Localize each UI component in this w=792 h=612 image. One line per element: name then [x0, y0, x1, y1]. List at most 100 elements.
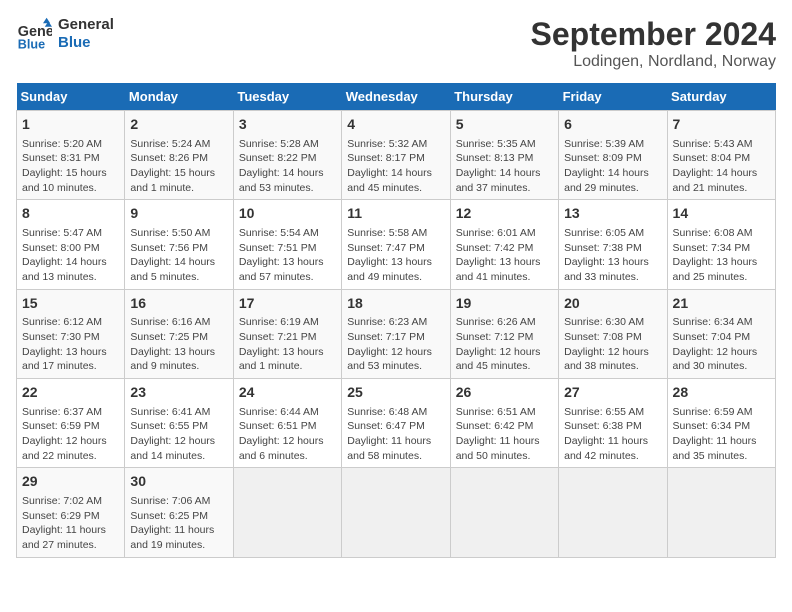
day-number: 14 [673, 204, 770, 224]
calendar-week-4: 22Sunrise: 6:37 AMSunset: 6:59 PMDayligh… [17, 379, 776, 468]
cell-line: Daylight: 11 hours [22, 523, 119, 538]
cell-line: and 33 minutes. [564, 270, 661, 285]
day-number: 16 [130, 294, 227, 314]
cell-line: and 14 minutes. [130, 449, 227, 464]
day-number: 8 [22, 204, 119, 224]
cell-line: and 10 minutes. [22, 181, 119, 196]
cell-line: Sunrise: 6:41 AM [130, 405, 227, 420]
cell-line: Sunset: 8:09 PM [564, 151, 661, 166]
cell-line: Sunrise: 6:44 AM [239, 405, 336, 420]
day-number: 29 [22, 472, 119, 492]
cell-line: Sunrise: 5:39 AM [564, 137, 661, 152]
cell-line: Sunrise: 5:35 AM [456, 137, 553, 152]
cell-line: Sunset: 6:59 PM [22, 419, 119, 434]
cell-line: Daylight: 14 hours [673, 166, 770, 181]
cell-content: Sunrise: 6:30 AMSunset: 7:08 PMDaylight:… [564, 315, 661, 374]
calendar-cell: 7Sunrise: 5:43 AMSunset: 8:04 PMDaylight… [667, 111, 775, 200]
cell-line: Sunrise: 5:43 AM [673, 137, 770, 152]
day-number: 27 [564, 383, 661, 403]
cell-line: and 9 minutes. [130, 359, 227, 374]
cell-line: and 1 minute. [239, 359, 336, 374]
calendar-cell: 10Sunrise: 5:54 AMSunset: 7:51 PMDayligh… [233, 200, 341, 289]
cell-line: Sunset: 6:47 PM [347, 419, 444, 434]
cell-line: Sunrise: 6:55 AM [564, 405, 661, 420]
cell-line: Sunrise: 7:06 AM [130, 494, 227, 509]
calendar-cell: 28Sunrise: 6:59 AMSunset: 6:34 PMDayligh… [667, 379, 775, 468]
calendar-week-1: 1Sunrise: 5:20 AMSunset: 8:31 PMDaylight… [17, 111, 776, 200]
day-number: 3 [239, 115, 336, 135]
cell-line: Daylight: 13 hours [347, 255, 444, 270]
cell-line: Sunset: 7:47 PM [347, 241, 444, 256]
cell-line: Daylight: 12 hours [456, 345, 553, 360]
cell-line: Sunset: 6:55 PM [130, 419, 227, 434]
cell-content: Sunrise: 6:48 AMSunset: 6:47 PMDaylight:… [347, 405, 444, 464]
calendar-subtitle: Lodingen, Nordland, Norway [531, 53, 776, 71]
cell-line: Daylight: 12 hours [564, 345, 661, 360]
cell-line: Sunrise: 5:58 AM [347, 226, 444, 241]
cell-content: Sunrise: 5:35 AMSunset: 8:13 PMDaylight:… [456, 137, 553, 196]
cell-line: Sunset: 7:04 PM [673, 330, 770, 345]
day-number: 17 [239, 294, 336, 314]
calendar-cell: 9Sunrise: 5:50 AMSunset: 7:56 PMDaylight… [125, 200, 233, 289]
calendar-cell [667, 468, 775, 557]
cell-line: Daylight: 14 hours [456, 166, 553, 181]
cell-content: Sunrise: 6:59 AMSunset: 6:34 PMDaylight:… [673, 405, 770, 464]
cell-line: Sunrise: 5:20 AM [22, 137, 119, 152]
cell-line: Sunset: 7:17 PM [347, 330, 444, 345]
cell-line: Sunrise: 6:30 AM [564, 315, 661, 330]
calendar-cell: 29Sunrise: 7:02 AMSunset: 6:29 PMDayligh… [17, 468, 125, 557]
cell-line: Sunset: 8:13 PM [456, 151, 553, 166]
cell-line: and 22 minutes. [22, 449, 119, 464]
cell-line: and 25 minutes. [673, 270, 770, 285]
cell-line: Daylight: 12 hours [22, 434, 119, 449]
cell-line: and 19 minutes. [130, 538, 227, 553]
svg-text:Blue: Blue [18, 37, 45, 51]
cell-line: and 13 minutes. [22, 270, 119, 285]
cell-content: Sunrise: 6:34 AMSunset: 7:04 PMDaylight:… [673, 315, 770, 374]
cell-line: and 6 minutes. [239, 449, 336, 464]
day-number: 2 [130, 115, 227, 135]
calendar-cell: 3Sunrise: 5:28 AMSunset: 8:22 PMDaylight… [233, 111, 341, 200]
calendar-cell: 26Sunrise: 6:51 AMSunset: 6:42 PMDayligh… [450, 379, 558, 468]
day-number: 9 [130, 204, 227, 224]
cell-content: Sunrise: 5:43 AMSunset: 8:04 PMDaylight:… [673, 137, 770, 196]
cell-line: Daylight: 14 hours [347, 166, 444, 181]
cell-content: Sunrise: 6:26 AMSunset: 7:12 PMDaylight:… [456, 315, 553, 374]
cell-line: and 37 minutes. [456, 181, 553, 196]
cell-line: Daylight: 13 hours [239, 255, 336, 270]
day-number: 7 [673, 115, 770, 135]
calendar-title: September 2024 [531, 16, 776, 53]
calendar-week-5: 29Sunrise: 7:02 AMSunset: 6:29 PMDayligh… [17, 468, 776, 557]
cell-line: Sunset: 7:25 PM [130, 330, 227, 345]
cell-line: Sunrise: 6:26 AM [456, 315, 553, 330]
cell-line: Daylight: 13 hours [673, 255, 770, 270]
calendar-cell: 2Sunrise: 5:24 AMSunset: 8:26 PMDaylight… [125, 111, 233, 200]
cell-line: Sunset: 7:56 PM [130, 241, 227, 256]
cell-line: Daylight: 13 hours [239, 345, 336, 360]
cell-line: Sunset: 7:08 PM [564, 330, 661, 345]
cell-content: Sunrise: 5:50 AMSunset: 7:56 PMDaylight:… [130, 226, 227, 285]
cell-line: Sunset: 8:31 PM [22, 151, 119, 166]
cell-line: Daylight: 11 hours [456, 434, 553, 449]
header-monday: Monday [125, 83, 233, 111]
cell-line: Sunset: 7:34 PM [673, 241, 770, 256]
cell-line: Sunset: 7:21 PM [239, 330, 336, 345]
cell-content: Sunrise: 6:41 AMSunset: 6:55 PMDaylight:… [130, 405, 227, 464]
day-number: 22 [22, 383, 119, 403]
cell-content: Sunrise: 6:01 AMSunset: 7:42 PMDaylight:… [456, 226, 553, 285]
calendar-cell: 11Sunrise: 5:58 AMSunset: 7:47 PMDayligh… [342, 200, 450, 289]
cell-line: Daylight: 12 hours [239, 434, 336, 449]
cell-content: Sunrise: 6:37 AMSunset: 6:59 PMDaylight:… [22, 405, 119, 464]
cell-line: Daylight: 13 hours [22, 345, 119, 360]
cell-line: Sunrise: 7:02 AM [22, 494, 119, 509]
cell-line: Sunrise: 5:47 AM [22, 226, 119, 241]
cell-line: Daylight: 12 hours [673, 345, 770, 360]
cell-line: and 21 minutes. [673, 181, 770, 196]
calendar-cell: 20Sunrise: 6:30 AMSunset: 7:08 PMDayligh… [559, 289, 667, 378]
cell-line: and 42 minutes. [564, 449, 661, 464]
cell-line: Sunrise: 6:16 AM [130, 315, 227, 330]
cell-line: Sunset: 8:04 PM [673, 151, 770, 166]
cell-line: Sunset: 7:38 PM [564, 241, 661, 256]
cell-line: and 41 minutes. [456, 270, 553, 285]
day-number: 12 [456, 204, 553, 224]
